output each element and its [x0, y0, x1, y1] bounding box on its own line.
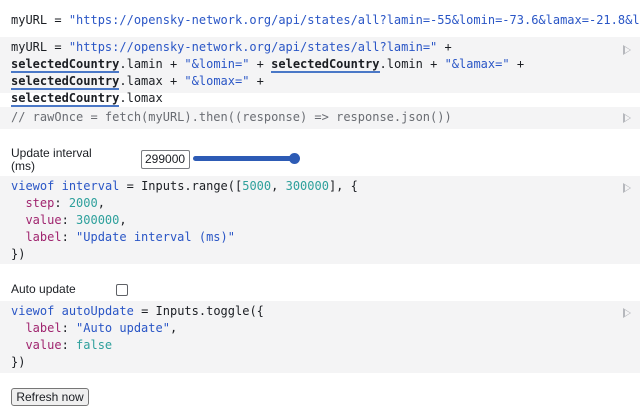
code-cell-interval[interactable]: viewof interval = Inputs.range([5000, 30…: [0, 176, 640, 264]
code-token: interval: [61, 179, 120, 193]
code-token: "https://opensky-network.org/api/states/…: [68, 40, 438, 54]
code-token: false: [76, 338, 113, 352]
code-token: 300000: [285, 179, 329, 193]
code-token: +: [162, 74, 185, 88]
code-token: value: [25, 338, 62, 352]
run-cell-icon[interactable]: [623, 45, 631, 55]
code-ref-selected-country: selectedCountry: [11, 91, 120, 107]
autoupdate-checkbox[interactable]: [116, 284, 128, 296]
code-token: .lomax: [119, 91, 163, 105]
code-token: .lomin: [379, 57, 423, 71]
code-token: =: [47, 40, 69, 54]
interval-slider-thumb[interactable]: [288, 153, 300, 164]
code-token: Inputs.range: [141, 179, 228, 193]
code-token: "Update interval (ms)": [76, 230, 235, 244]
code-cell-rawonce[interactable]: // rawOnce = fetch(myURL).then((response…: [0, 107, 640, 129]
code-token: label: [25, 230, 62, 244]
code-token: myURL: [11, 40, 48, 54]
code-token: .lamax: [119, 74, 163, 88]
code-token: "&lomin=": [184, 57, 250, 71]
run-cell-icon[interactable]: [623, 113, 631, 123]
code-comment: // rawOnce = fetch(myURL).then((response…: [11, 110, 452, 124]
code-token: +: [162, 57, 185, 71]
code-cell-autoupdate[interactable]: viewof autoUpdate = Inputs.toggle({ labe…: [0, 301, 640, 373]
code-token: .lamin: [119, 57, 163, 71]
interval-number-input[interactable]: 299000: [141, 150, 190, 169]
interval-slider-track[interactable]: [193, 156, 295, 161]
interval-label: Update interval (ms): [11, 146, 92, 173]
code-token: "&lomax=": [184, 74, 250, 88]
myurl-output-value: "https://opensky-network.org/api/states/…: [68, 13, 640, 27]
code-ref-selected-country: selectedCountry: [11, 57, 120, 73]
code-token: "&lamax=": [444, 57, 510, 71]
code-token: step: [25, 196, 55, 210]
code-token: +: [249, 57, 272, 71]
myurl-output-eq: =: [47, 13, 69, 27]
code-ref-selected-country: selectedCountry: [11, 74, 120, 90]
autoupdate-label: Auto update: [11, 282, 76, 296]
run-cell-icon[interactable]: [623, 183, 631, 193]
code-token: +: [249, 74, 272, 88]
code-token: +: [437, 40, 459, 54]
refresh-now-button[interactable]: Refresh now: [11, 388, 89, 406]
code-token: 5000: [242, 179, 272, 193]
code-token: "Auto update": [76, 321, 170, 335]
myurl-output-name: myURL: [11, 13, 48, 27]
code-ref-selected-country: selectedCountry: [271, 57, 380, 73]
code-token: 2000: [68, 196, 98, 210]
code-token: viewof: [11, 179, 55, 193]
code-cell-myurl[interactable]: myURL = "https://opensky-network.org/api…: [0, 37, 640, 107]
code-token: +: [509, 57, 532, 71]
code-token: autoUpdate: [61, 304, 134, 318]
code-token: Inputs.toggle: [155, 304, 250, 318]
code-token: viewof: [11, 304, 55, 318]
code-token: +: [422, 57, 445, 71]
code-token: 300000: [76, 213, 120, 227]
run-cell-icon[interactable]: [623, 308, 631, 318]
code-token: value: [25, 213, 62, 227]
myurl-output: myURL = "https://opensky-network.org/api…: [11, 12, 640, 28]
code-token: label: [25, 321, 62, 335]
